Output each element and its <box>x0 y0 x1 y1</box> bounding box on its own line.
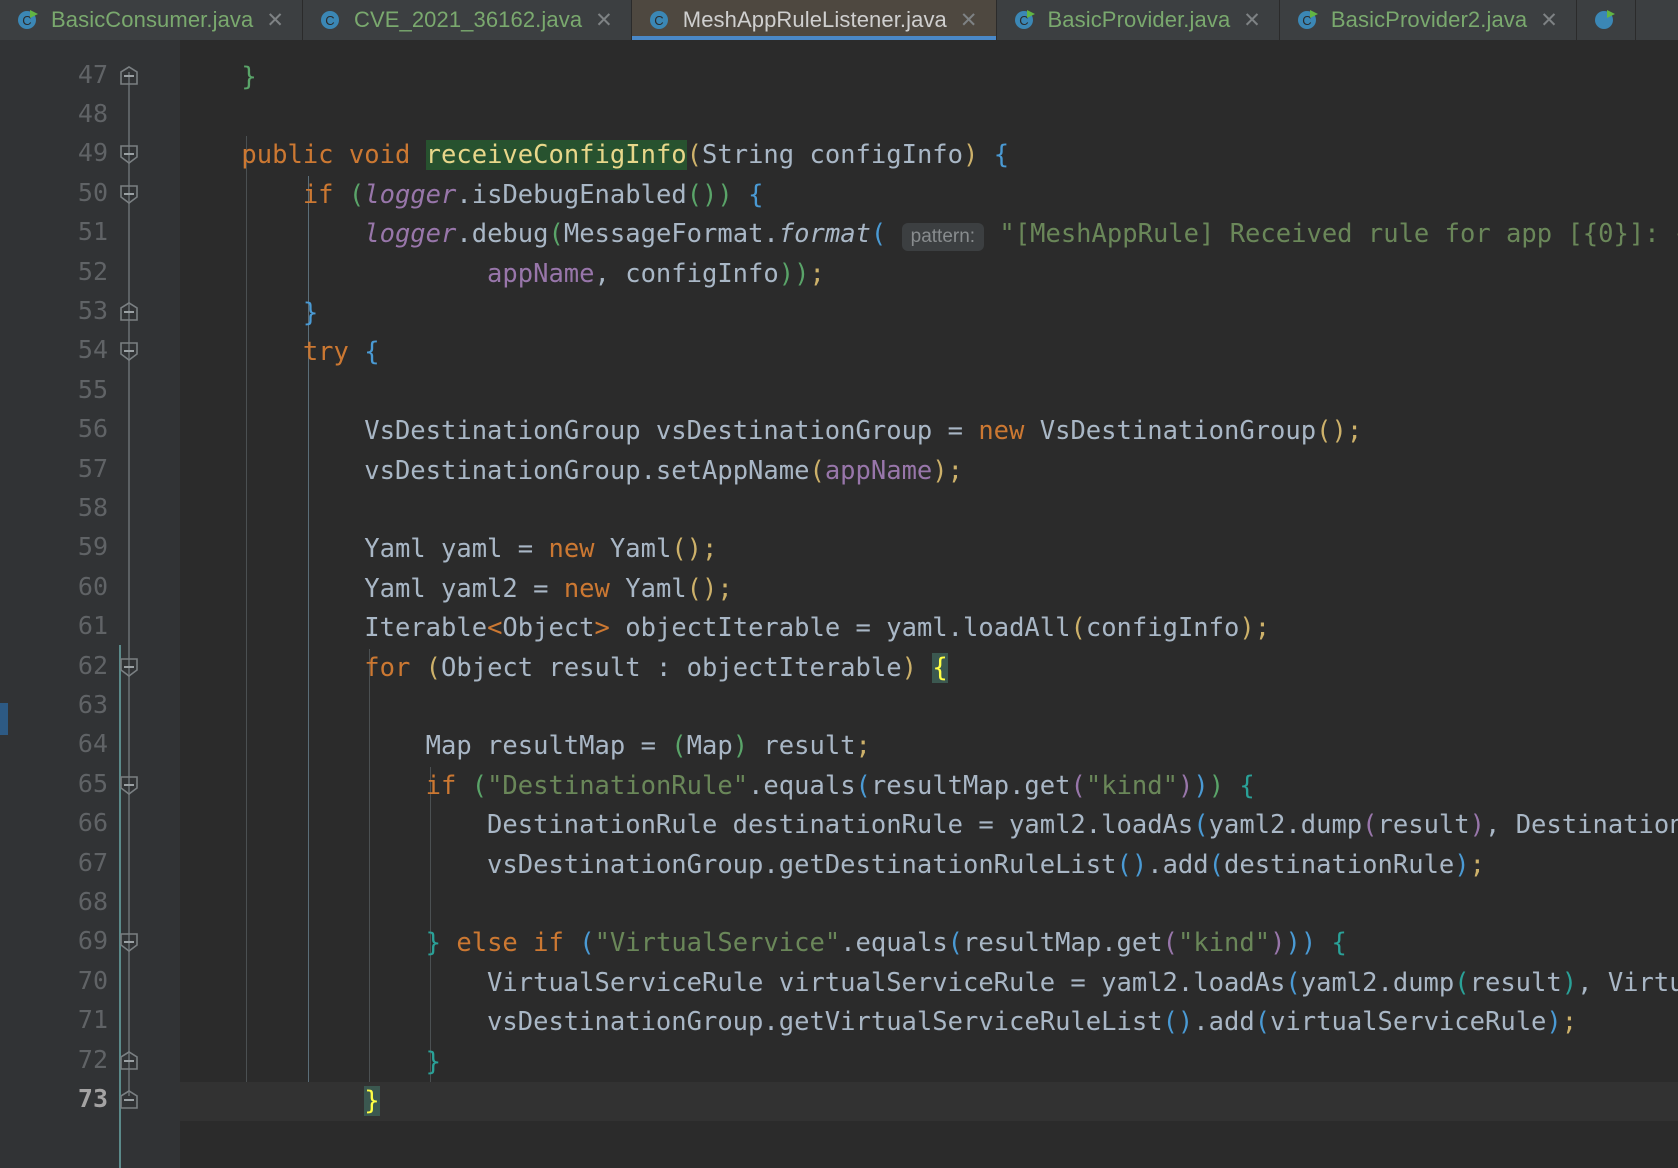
editor-gutter[interactable]: 47 48 49 50 51 52 53 54 55 56 57 58 59 60 61 62 63 64 65 66… <box>8 40 180 1168</box>
line-number: 68 <box>77 886 108 916</box>
fold-collapse-icon[interactable] <box>118 931 140 953</box>
editor-tab-label: BasicConsumer.java <box>51 7 254 32</box>
parameter-hint-inlay: pattern: <box>901 223 985 252</box>
line-number: 63 <box>77 689 108 719</box>
code-line: } <box>302 297 319 328</box>
editor-tab-label: MeshAppRuleListener.java <box>682 7 947 32</box>
editor-tab-cve_2021_36162[interactable]: C CVE_2021_36162.java ✕ <box>302 0 632 40</box>
editor-tab-basicprovider2[interactable]: C BasicProvider2.java ✕ <box>1279 0 1577 40</box>
line-number: 52 <box>77 256 108 286</box>
line-number: 56 <box>77 414 108 444</box>
editor-tab-basicprovider[interactable]: C BasicProvider.java ✕ <box>996 0 1280 40</box>
code-line: Iterable<Object> objectIterable = yaml.l… <box>364 613 1271 644</box>
code-line: public void receiveConfigInfo(String con… <box>241 140 1010 171</box>
code-line: } <box>241 61 257 92</box>
code-line: DestinationRule destinationRule = yaml2.… <box>487 810 1678 841</box>
java-class-icon: C <box>319 8 343 32</box>
line-number: 59 <box>77 532 108 562</box>
line-number: 61 <box>77 611 108 641</box>
fold-end-icon[interactable] <box>118 301 140 323</box>
editor-tab-meshapprulelistener[interactable]: C MeshAppRuleListener.java ✕ <box>631 0 997 40</box>
fold-collapse-icon[interactable] <box>118 183 140 205</box>
fold-collapse-icon[interactable] <box>118 143 140 165</box>
fold-end-icon[interactable] <box>118 1050 140 1072</box>
close-icon[interactable]: ✕ <box>1243 10 1261 31</box>
code-line: if ("DestinationRule".equals(resultMap.g… <box>425 770 1255 801</box>
line-number: 70 <box>77 965 108 995</box>
line-number: 57 <box>77 453 108 483</box>
line-number: 49 <box>77 138 108 168</box>
editor-tab-bar[interactable]: C BasicConsumer.java ✕ C CVE_2021_36162.java… <box>0 0 1678 40</box>
fold-end-icon[interactable] <box>118 1089 140 1111</box>
line-number: 65 <box>77 768 108 798</box>
code-line: } else if ("VirtualService".equals(resul… <box>425 928 1347 959</box>
fold-collapse-icon[interactable] <box>118 774 140 796</box>
fold-end-icon[interactable] <box>118 65 140 87</box>
line-number: 67 <box>77 847 108 877</box>
line-number: 54 <box>77 335 108 365</box>
editor-tab-overflow-partial[interactable] <box>1576 0 1636 40</box>
code-line: VsDestinationGroup vsDestinationGroup = … <box>364 416 1363 447</box>
line-number: 69 <box>77 926 108 956</box>
close-icon[interactable]: ✕ <box>595 10 613 31</box>
code-line: VirtualServiceRule virtualServiceRule = … <box>487 967 1678 998</box>
editor-left-marker-strip <box>0 40 8 1168</box>
code-line: vsDestinationGroup.setAppName(appName); <box>364 455 963 486</box>
line-number: 58 <box>77 492 108 522</box>
line-number: 66 <box>77 808 108 838</box>
line-number: 48 <box>77 98 108 128</box>
code-line: } <box>425 1046 441 1077</box>
line-number: 62 <box>77 650 108 680</box>
code-line: try { <box>302 337 380 368</box>
bookmark-marker <box>0 703 8 735</box>
code-line: if (logger.isDebugEnabled()) { <box>302 179 764 210</box>
line-number: 51 <box>77 217 108 247</box>
code-line: appName, configInfo)); <box>487 258 825 289</box>
code-line: for (Object result : objectIterable) { <box>364 652 948 683</box>
code-line: vsDestinationGroup.getDestinationRuleLis… <box>487 849 1486 880</box>
code-line: Map resultMap = (Map) result; <box>425 731 871 762</box>
fold-collapse-icon[interactable] <box>118 340 140 362</box>
svg-text:C: C <box>325 13 334 28</box>
editor-tab-label: BasicProvider.java <box>1047 7 1231 32</box>
fold-collapse-icon[interactable] <box>118 656 140 678</box>
line-number: 64 <box>77 729 108 759</box>
java-class-icon <box>1593 8 1617 32</box>
close-icon[interactable]: ✕ <box>960 10 978 31</box>
java-class-runnable-icon: C <box>16 8 40 32</box>
line-number: 53 <box>77 295 108 325</box>
code-line: } <box>180 1081 1678 1122</box>
line-number: 55 <box>77 374 108 404</box>
close-icon[interactable]: ✕ <box>1540 10 1558 31</box>
line-number: 50 <box>77 177 108 207</box>
code-line: vsDestinationGroup.getVirtualServiceRule… <box>487 1007 1578 1038</box>
close-icon[interactable]: ✕ <box>266 10 284 31</box>
code-line: Yaml yaml = new Yaml(); <box>364 534 718 565</box>
java-class-runnable-icon: C <box>1296 8 1320 32</box>
java-class-runnable-icon: C <box>1013 8 1037 32</box>
line-number: 73 <box>77 1083 108 1113</box>
code-line: Yaml yaml2 = new Yaml(); <box>364 573 733 604</box>
line-number: 47 <box>77 59 108 89</box>
code-text-area[interactable]: } public void receiveConfigInfo(String c… <box>180 40 1678 1168</box>
svg-text:C: C <box>654 13 663 28</box>
line-number: 71 <box>77 1005 108 1035</box>
line-number: 72 <box>77 1044 108 1074</box>
code-line: logger.debug(MessageFormat.format( patte… <box>364 219 1678 252</box>
java-class-icon: C <box>648 8 672 32</box>
code-editor[interactable]: 47 48 49 50 51 52 53 54 55 56 57 58 59 60 61 62 63 64 65 66… <box>0 40 1678 1168</box>
editor-tab-label: CVE_2021_36162.java <box>353 7 583 32</box>
editor-tab-basicconsumer[interactable]: C BasicConsumer.java ✕ <box>0 0 303 40</box>
line-number: 60 <box>77 571 108 601</box>
editor-tab-label: BasicProvider2.java <box>1330 7 1528 32</box>
